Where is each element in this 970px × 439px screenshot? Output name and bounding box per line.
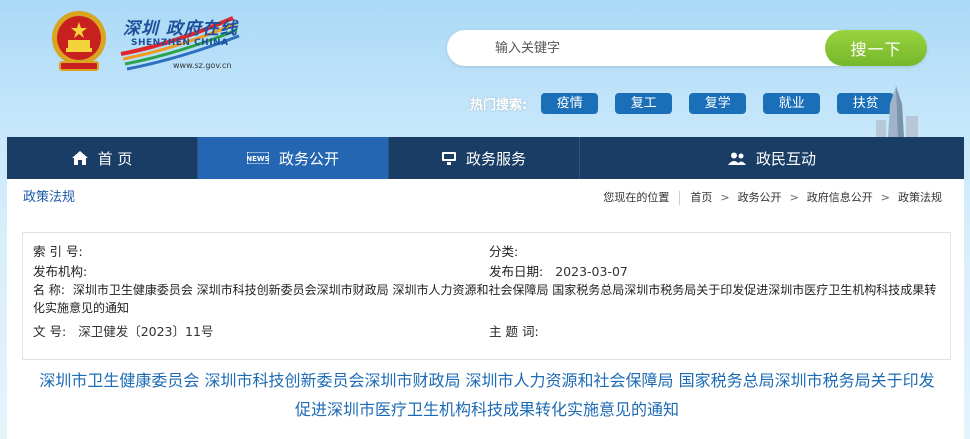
- hot-tag-resume-work[interactable]: 复工: [615, 92, 673, 114]
- monitor-icon: [441, 151, 456, 165]
- breadcrumb: 您现在的位置 首页 > 政务公开 > 政府信息公开 > 政策法规: [603, 179, 942, 216]
- logo-english-text: SHENZHEN CHINA: [131, 38, 229, 48]
- meta-index-label: 索 引 号:: [33, 244, 83, 259]
- breadcrumb-item-home[interactable]: 首页: [690, 179, 712, 216]
- people-icon: [727, 152, 746, 165]
- news-icon: NEWS: [246, 152, 269, 164]
- meta-category: 分类:: [489, 241, 530, 260]
- breadcrumb-item-gov-open[interactable]: 政务公开: [738, 179, 782, 216]
- svg-text:NEWS: NEWS: [247, 155, 269, 163]
- hot-tag-epidemic[interactable]: 疫情: [541, 92, 599, 114]
- nav-item-public-interaction[interactable]: 政民互动: [580, 137, 964, 179]
- hot-tag-employment[interactable]: 就业: [763, 92, 821, 114]
- chevron-right-icon: >: [720, 191, 730, 204]
- chevron-right-icon: >: [880, 191, 890, 204]
- search-bar: 搜一下: [447, 30, 927, 66]
- breadcrumb-bar: 政策法规 您现在的位置 首页 > 政务公开 > 政府信息公开 > 政策法规: [7, 179, 964, 217]
- nav-item-home[interactable]: 首 页: [7, 137, 198, 179]
- site-header: 深圳 政府在线 SHENZHEN CHINA www.sz.gov.cn 搜一下…: [0, 0, 970, 138]
- hot-search-label: 热门搜索:: [470, 97, 528, 113]
- nav-item-label: 政民互动: [755, 149, 816, 168]
- document-title: 深圳市卫生健康委员会 深圳市科技创新委员会深圳市财政局 深圳市人力资源和社会保障…: [39, 371, 935, 419]
- meta-category-label: 分类:: [489, 244, 519, 259]
- search-input[interactable]: [447, 30, 817, 66]
- breadcrumb-item-info-open[interactable]: 政府信息公开: [807, 179, 873, 216]
- breadcrumb-item-policy[interactable]: 政策法规: [898, 179, 942, 216]
- site-logo[interactable]: 深圳 政府在线 SHENZHEN CHINA www.sz.gov.cn: [113, 14, 243, 76]
- chevron-right-icon: >: [789, 191, 799, 204]
- document-meta-table: 索 引 号: 分类: 发布机构: 发布日期: 2023-03-07 名 称: 深圳市…: [22, 232, 951, 360]
- main-nav: 首 页 NEWS 政务公开 政务服务 政民互动: [7, 137, 964, 179]
- content-area: 索 引 号: 分类: 发布机构: 发布日期: 2023-03-07 名 称: 深圳市…: [7, 216, 964, 439]
- nav-item-label: 政务公开: [278, 149, 339, 168]
- meta-index: 索 引 号:: [33, 241, 95, 260]
- home-icon: [71, 151, 88, 165]
- search-button[interactable]: 搜一下: [825, 30, 927, 66]
- meta-subject: 主 题 词:: [489, 321, 551, 340]
- hot-search: 热门搜索: 疫情 复工 复学 就业 扶贫: [470, 92, 911, 114]
- meta-date-value: 2023-03-07: [555, 264, 628, 279]
- meta-docno: 文 号: 深卫健发〔2023〕11号: [33, 321, 213, 340]
- meta-name-value: 深圳市卫生健康委员会 深圳市科技创新委员会深圳市财政局 深圳市人力资源和社会保障…: [33, 283, 937, 315]
- meta-subject-label: 主 题 词:: [489, 324, 539, 339]
- meta-name: 名 称: 深圳市卫生健康委员会 深圳市科技创新委员会深圳市财政局 深圳市人力资源和…: [33, 281, 938, 317]
- nav-item-label: 政务服务: [465, 149, 526, 168]
- breadcrumb-prefix: 您现在的位置: [603, 191, 670, 204]
- meta-date: 发布日期: 2023-03-07: [489, 261, 628, 280]
- hot-tag-resume-school[interactable]: 复学: [689, 92, 747, 114]
- logo-chinese-text: 深圳 政府在线: [123, 19, 238, 39]
- skyline-tower-icon: [876, 86, 918, 138]
- meta-publisher: 发布机构:: [33, 261, 99, 280]
- logo-url-text: www.sz.gov.cn: [173, 61, 232, 70]
- nav-item-gov-affairs-open[interactable]: NEWS 政务公开: [198, 137, 389, 179]
- meta-publisher-label: 发布机构:: [33, 264, 88, 279]
- national-emblem-icon: [52, 11, 106, 71]
- nav-item-label: 首 页: [97, 149, 133, 168]
- nav-item-gov-services[interactable]: 政务服务: [389, 137, 580, 179]
- meta-docno-label: 文 号:: [33, 324, 67, 339]
- section-title[interactable]: 政策法规: [23, 179, 75, 216]
- meta-docno-value: 深卫健发〔2023〕11号: [78, 324, 214, 339]
- meta-name-label: 名 称:: [33, 283, 65, 297]
- meta-date-label: 发布日期:: [489, 264, 544, 279]
- breadcrumb-divider: [679, 190, 681, 205]
